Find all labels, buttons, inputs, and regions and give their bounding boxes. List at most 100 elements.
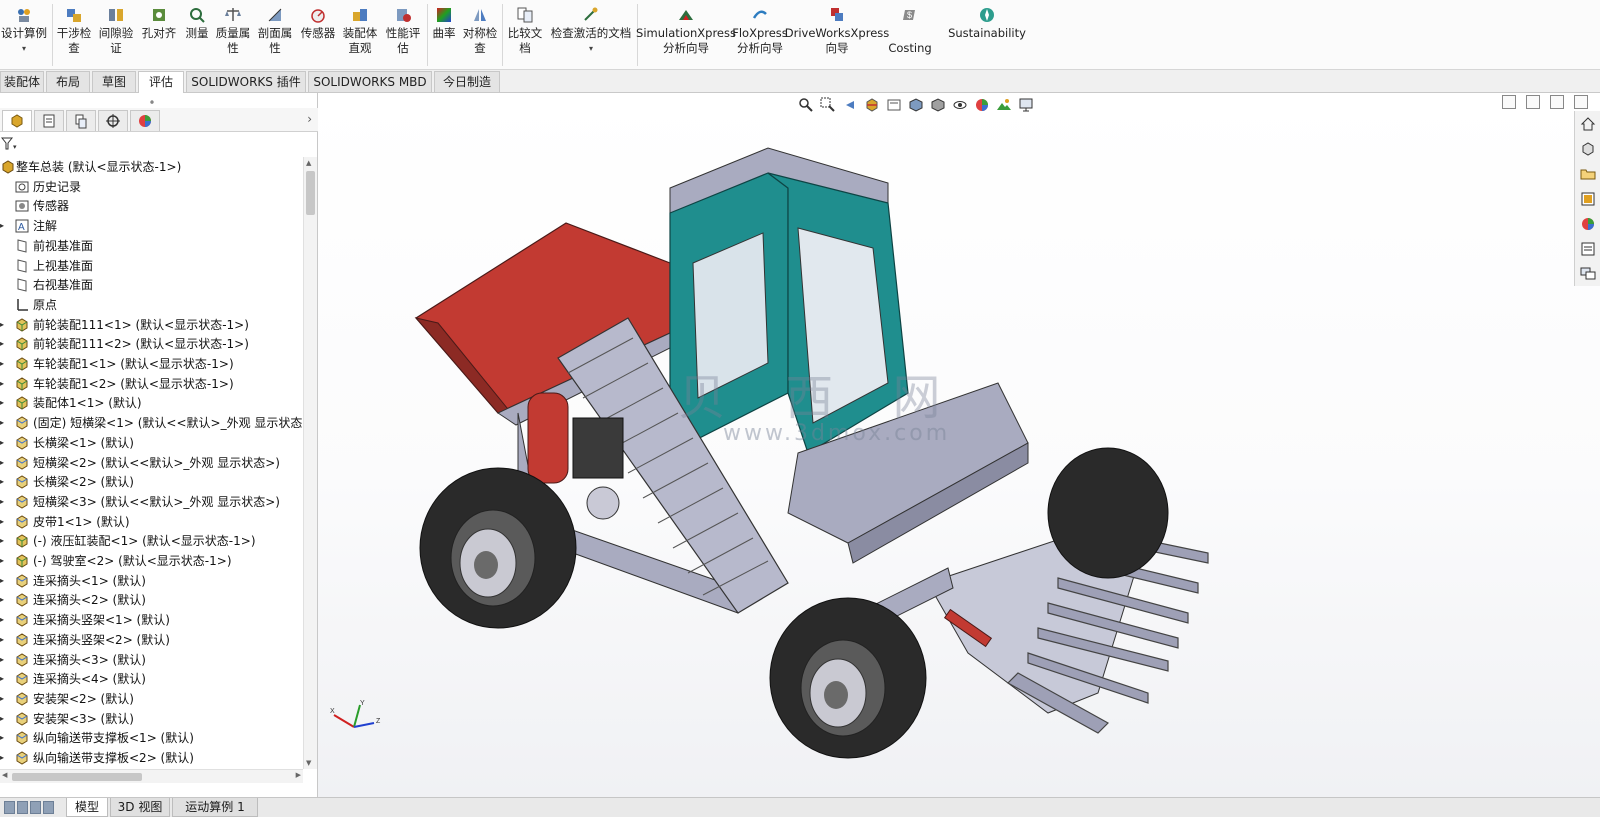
scroll-down-icon[interactable]: ▼: [306, 759, 311, 767]
appearances-tab[interactable]: [1579, 215, 1597, 233]
home-tab[interactable]: [1579, 115, 1597, 133]
custom-properties-tab[interactable]: [1579, 240, 1597, 258]
tile-left-button[interactable]: [1502, 95, 1516, 109]
scroll-thumb[interactable]: [12, 773, 142, 781]
expand-arrow-icon[interactable]: ▸: [0, 433, 8, 453]
expand-arrow-icon[interactable]: ▸: [0, 472, 8, 492]
tab-sketch[interactable]: 草图: [92, 71, 136, 92]
tab-assembly[interactable]: 装配体: [0, 71, 44, 92]
view-palette-tab[interactable]: [1579, 190, 1597, 208]
tree-node-label: 上视基准面: [33, 258, 94, 273]
expand-arrow-icon[interactable]: ▸: [0, 669, 8, 689]
maximize-button[interactable]: [1574, 95, 1588, 109]
symmetry-check-button[interactable]: 对称检 查: [461, 6, 499, 56]
hole-alignment-button[interactable]: 孔对齐: [140, 6, 178, 41]
tab-solidworks-mbd[interactable]: SOLIDWORKS MBD: [308, 71, 432, 92]
first-tab-button[interactable]: [4, 801, 15, 814]
harvester-3d-model[interactable]: [408, 133, 1238, 783]
view-settings-button[interactable]: [1016, 95, 1036, 115]
previous-tab-button[interactable]: [17, 801, 28, 814]
last-tab-button[interactable]: [43, 801, 54, 814]
tab-3d-views[interactable]: 3D 视图: [110, 798, 170, 817]
scroll-up-icon[interactable]: ▲: [306, 159, 311, 167]
propertymanager-tab[interactable]: [34, 110, 64, 131]
apply-scene-button[interactable]: [994, 95, 1014, 115]
expand-arrow-icon[interactable]: ▸: [0, 610, 8, 630]
expand-arrow-icon[interactable]: ▸: [0, 689, 8, 709]
scroll-right-icon[interactable]: ▶: [296, 771, 301, 779]
expand-arrow-icon[interactable]: ▸: [0, 374, 8, 394]
edit-appearance-button[interactable]: [972, 95, 992, 115]
expand-arrow-icon[interactable]: ▸: [0, 748, 8, 768]
performance-evaluation-button[interactable]: 性能评 估: [384, 6, 422, 56]
zoom-to-area-button[interactable]: [818, 95, 838, 115]
costing-button[interactable]: $ Costing: [884, 6, 936, 56]
tab-model[interactable]: 模型: [66, 798, 108, 817]
tab-motion-study[interactable]: 运动算例 1: [172, 798, 258, 817]
scroll-left-icon[interactable]: ◀: [2, 771, 7, 779]
hide-show-items-button[interactable]: [950, 95, 970, 115]
dimxpert-tab[interactable]: [98, 110, 128, 131]
assembly-visualization-button[interactable]: 装配体 直观: [340, 6, 380, 56]
display-manager-tab[interactable]: [130, 110, 160, 131]
tree-horizontal-scrollbar[interactable]: ◀ ▶: [0, 769, 303, 783]
subassembly-icon: [14, 336, 30, 352]
display-style-button[interactable]: [928, 95, 948, 115]
tile-right-button[interactable]: [1526, 95, 1540, 109]
panel-grip[interactable]: ⦁: [150, 97, 154, 107]
expand-arrow-icon[interactable]: ▸: [0, 393, 8, 413]
featuremanager-tab[interactable]: [2, 110, 32, 131]
design-library-tab[interactable]: [1579, 140, 1597, 158]
simulationxpress-button[interactable]: SimulationXpress 分析向导: [636, 6, 736, 56]
expand-arrow-icon[interactable]: ▸: [0, 551, 8, 571]
expand-arrow-icon[interactable]: ▸: [0, 630, 8, 650]
dynamic-annotation-button[interactable]: [884, 95, 904, 115]
expand-arrow-icon[interactable]: ▸: [0, 413, 8, 433]
mass-properties-button[interactable]: 质量属 性: [214, 6, 252, 56]
expand-arrow-icon[interactable]: ▸: [0, 216, 8, 236]
previous-view-button[interactable]: [840, 95, 860, 115]
expand-arrow-icon[interactable]: ▸: [0, 492, 8, 512]
scroll-thumb[interactable]: [306, 171, 315, 215]
file-explorer-tab[interactable]: [1579, 165, 1597, 183]
expand-arrow-icon[interactable]: ▸: [0, 728, 8, 748]
measure-button[interactable]: 测量: [182, 6, 212, 41]
check-active-document-button[interactable]: 检查激活的文档 ▾: [547, 6, 635, 56]
restore-button[interactable]: [1550, 95, 1564, 109]
view-orientation-button[interactable]: [906, 95, 926, 115]
next-tab-button[interactable]: [30, 801, 41, 814]
zoom-to-fit-button[interactable]: [796, 95, 816, 115]
section-properties-button[interactable]: 剖面属 性: [256, 6, 294, 56]
configurationmanager-tab[interactable]: [66, 110, 96, 131]
chevron-right-icon[interactable]: ›: [307, 112, 312, 126]
driveworksxpress-button[interactable]: DriveWorksXpress 向导: [785, 6, 889, 56]
expand-arrow-icon[interactable]: ▸: [0, 453, 8, 473]
forum-tab[interactable]: [1579, 265, 1597, 283]
expand-arrow-icon[interactable]: ▸: [0, 571, 8, 591]
tab-solidworks-addins[interactable]: SOLIDWORKS 插件: [186, 71, 306, 92]
expand-arrow-icon[interactable]: ▸: [0, 334, 8, 354]
sensor-button[interactable]: 传感器: [298, 6, 338, 41]
expand-arrow-icon[interactable]: ▸: [0, 512, 8, 532]
expand-arrow-icon[interactable]: ▸: [0, 354, 8, 374]
sustainability-button[interactable]: Sustainability: [946, 6, 1028, 41]
tab-layout[interactable]: 布局: [46, 71, 90, 92]
expand-arrow-icon[interactable]: ▸: [0, 709, 8, 729]
clearance-verify-button[interactable]: 间隙验 证: [97, 6, 135, 56]
curvature-button[interactable]: 曲率: [430, 6, 458, 41]
compare-documents-button[interactable]: 比较文 档: [506, 6, 544, 56]
expand-arrow-icon[interactable]: ▸: [0, 650, 8, 670]
graphics-area[interactable]: 贝 西 网 www.3dmox.com X Y Z: [318, 93, 1600, 797]
section-view-button[interactable]: [862, 95, 882, 115]
design-study-button[interactable]: 设计算例 ▾: [0, 6, 48, 56]
floxpress-button[interactable]: FloXpress 分析向导: [732, 6, 788, 56]
front-left-wheel: [769, 597, 927, 759]
tab-evaluate[interactable]: 评估: [138, 71, 184, 93]
tree-vertical-scrollbar[interactable]: ▲ ▼: [303, 157, 317, 769]
expand-arrow-icon[interactable]: ▸: [0, 315, 8, 335]
expand-arrow-icon[interactable]: ▸: [0, 590, 8, 610]
tab-make-today[interactable]: 今日制造: [434, 71, 500, 92]
tree-filter[interactable]: ▾: [0, 133, 318, 155]
expand-arrow-icon[interactable]: ▸: [0, 531, 8, 551]
interference-check-button[interactable]: 干涉检 查: [55, 6, 93, 56]
